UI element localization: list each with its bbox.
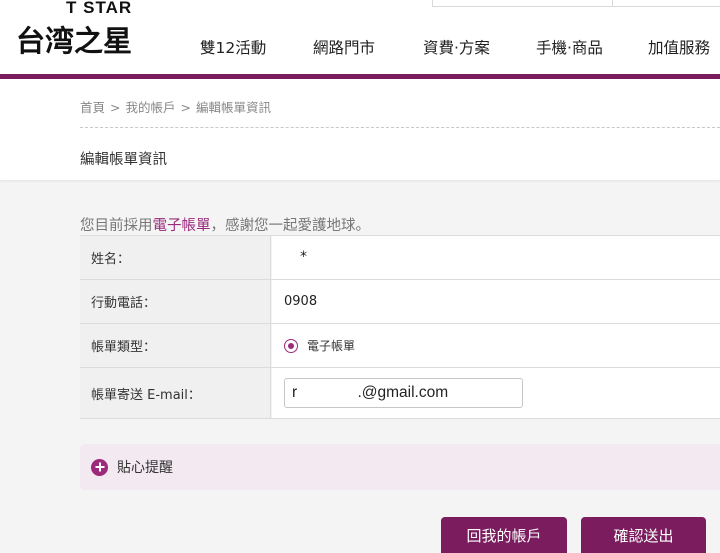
nav-item-value-added[interactable]: 加值服務: [648, 36, 710, 58]
notice-suffix: ，感謝您一起愛護地球。: [210, 218, 371, 234]
breadcrumb-home[interactable]: 首頁: [80, 100, 105, 115]
email-label: 帳單寄送 E-mail：: [80, 368, 271, 418]
email-input[interactable]: r .@gmail.com: [284, 378, 523, 408]
e-bill-radio-label[interactable]: 電子帳單: [307, 337, 355, 354]
notice-prefix: 您目前採用: [80, 218, 153, 234]
nav-item-phones[interactable]: 手機‧商品: [536, 36, 603, 58]
form-row-bill-type: 帳單類型： 電子帳單: [80, 324, 720, 368]
plus-circle-icon[interactable]: [91, 458, 108, 476]
breadcrumb-panel: 首頁 > 我的帳戶 > 編輯帳單資訊 編輯帳單資訊: [0, 79, 720, 180]
confirm-submit-button[interactable]: 確認送出: [581, 517, 706, 553]
logo-text-zh[interactable]: 台湾之星: [16, 18, 132, 60]
top-utility-box: [432, 0, 613, 7]
form-row-phone: 行動電話： 0908: [80, 280, 720, 324]
nav-item-online-store[interactable]: 網路門市: [313, 36, 375, 58]
breadcrumb: 首頁 > 我的帳戶 > 編輯帳單資訊: [80, 97, 271, 116]
name-label: 姓名：: [80, 236, 271, 279]
site-header: T STAR 台湾之星 雙12活動 網路門市 資費‧方案 手機‧商品 加值服務: [0, 0, 720, 74]
breadcrumb-separator: >: [180, 100, 191, 115]
nav-item-double12[interactable]: 雙12活動: [200, 36, 266, 58]
breadcrumb-divider: [80, 127, 720, 128]
billing-form: 姓名： * 行動電話： 0908 帳單類型： 電子帳單 帳單寄送 E-mail：…: [80, 235, 720, 419]
nav-item-plans[interactable]: 資費‧方案: [423, 36, 490, 58]
breadcrumb-my-account[interactable]: 我的帳戶: [126, 100, 176, 115]
tips-accordion[interactable]: 貼心提醒: [80, 444, 720, 490]
bill-type-value: 電子帳單: [272, 324, 720, 367]
form-row-name: 姓名： *: [80, 236, 720, 280]
form-row-email: 帳單寄送 E-mail： r .@gmail.com: [80, 368, 720, 419]
e-bill-radio[interactable]: [284, 338, 298, 353]
notice-highlight: 電子帳單: [152, 218, 211, 234]
phone-label: 行動電話：: [80, 280, 271, 323]
tips-label[interactable]: 貼心提醒: [117, 457, 173, 477]
logo-text-en[interactable]: T STAR: [66, 0, 132, 18]
email-cell: r .@gmail.com: [272, 368, 720, 418]
breadcrumb-separator: >: [110, 100, 121, 115]
breadcrumb-current: 編輯帳單資訊: [196, 100, 272, 115]
bill-type-label: 帳單類型：: [80, 324, 271, 367]
top-utility-box: [612, 0, 720, 7]
e-bill-notice: 您目前採用電子帳單，感謝您一起愛護地球。: [80, 214, 370, 235]
name-value: *: [272, 236, 720, 279]
back-to-account-button[interactable]: 回我的帳戶: [441, 517, 567, 553]
phone-value: 0908: [272, 280, 720, 323]
page-title: 編輯帳單資訊: [80, 152, 167, 168]
